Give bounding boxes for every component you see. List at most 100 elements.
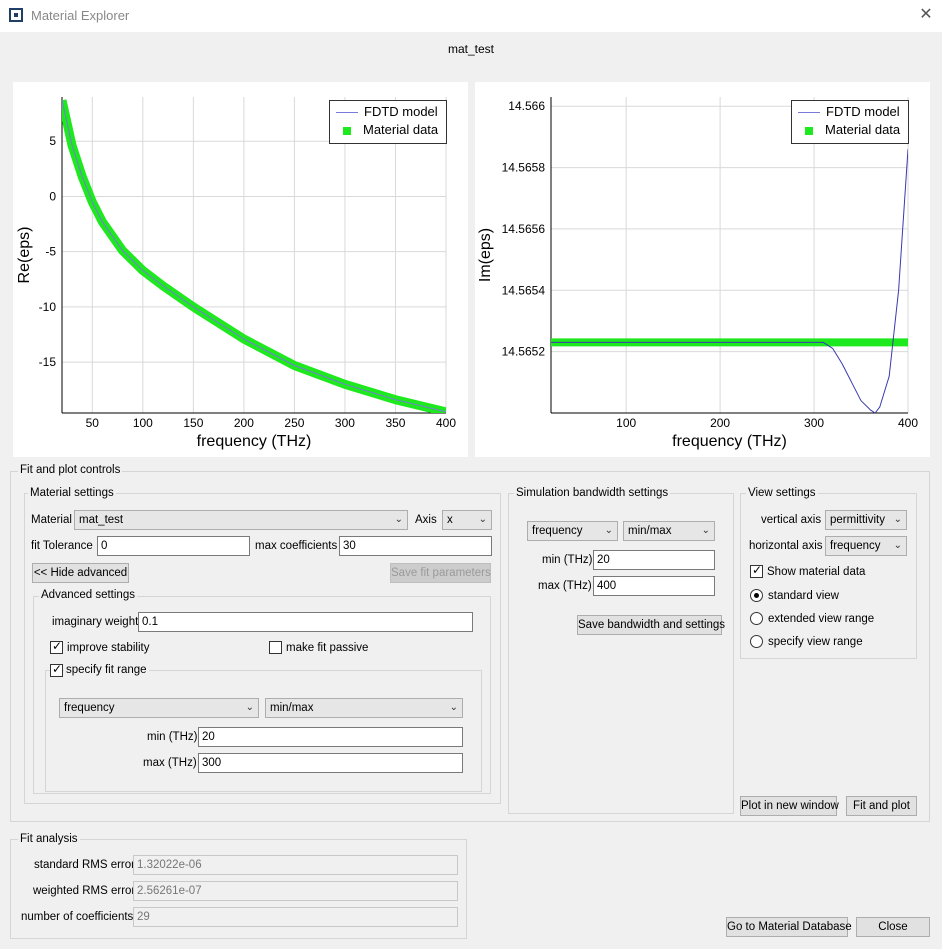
fit-and-plot-button[interactable]: Fit and plot [846,796,917,816]
series-material-data [62,99,446,413]
y-tick-label: -15 [39,355,57,369]
close-window-icon[interactable]: ✕ [916,5,936,25]
y-tick-label: 14.5656 [502,222,546,236]
y-tick-label: 0 [49,189,56,203]
fit-max-input[interactable]: 300 [198,753,463,773]
re-eps-legend: FDTD model Material data [329,100,447,144]
plot-in-new-window-button[interactable]: Plot in new window [740,796,839,816]
y-tick-label: 14.566 [508,99,545,113]
series-fdtd-model [62,100,446,413]
close-button[interactable]: Close [856,917,930,937]
chevron-down-icon: ⌄ [604,525,613,536]
number-of-coefficients-label: number of coefficients [21,911,134,923]
x-tick-label: 50 [86,416,100,430]
specify-view-label: specify view range [768,636,863,648]
re-eps-plot: 50 100 150 200 250 300 350 400 5 0 -5 -10 -15 frequen… [13,82,468,457]
x-tick-label: 200 [710,416,730,430]
weighted-rms-label: weighted RMS error [33,885,136,897]
standard-view-label: standard view [768,590,839,602]
bandwidth-min-input[interactable]: 20 [593,550,715,570]
chevron-down-icon: ⌄ [394,514,403,525]
x-tick-label: 150 [183,416,203,430]
x-tick-label: 250 [284,416,304,430]
vertical-axis-select[interactable]: permittivity ⌄ [825,510,907,530]
y-tick-label: 14.5658 [502,161,546,175]
improve-stability-checkbox[interactable] [50,639,63,654]
horizontal-axis-label: horizontal axis [749,540,823,552]
fit-range-mode-select[interactable]: min/max ⌄ [265,698,463,718]
x-tick-label: 350 [385,416,405,430]
chevron-down-icon: ⌄ [478,514,487,525]
go-to-material-database-button[interactable]: Go to Material Database [726,917,852,937]
im-eps-plot: 100 200 300 400 14.566 14.5658 14.5656 14.5654 1… [475,82,930,457]
x-axis-label: frequency (THz) [672,433,787,450]
number-of-coefficients-value: 29 [133,907,458,927]
make-fit-passive-label: make fit passive [286,642,369,654]
bandwidth-max-input[interactable]: 400 [593,576,715,596]
x-axis-label: frequency (THz) [197,433,312,450]
extended-view-label: extended view range [768,613,875,625]
fit-analysis-title: Fit analysis [18,833,80,845]
chevron-down-icon: ⌄ [893,540,902,551]
bandwidth-max-label: max (THz) [538,580,592,592]
axis-select[interactable]: x ⌄ [442,510,492,530]
y-tick-label: 14.5654 [502,283,546,297]
axis-label: Axis [415,514,437,526]
vertical-axis-label: vertical axis [761,514,822,526]
fit-min-input[interactable]: 20 [198,727,463,747]
chevron-down-icon: ⌄ [701,525,710,536]
x-tick-label: 300 [335,416,355,430]
chevron-down-icon: ⌄ [893,514,902,525]
material-label: Material [31,514,72,526]
fit-tolerance-label: fit Tolerance [31,540,93,552]
window-title: Material Explorer [31,8,130,23]
x-tick-label: 400 [436,416,456,430]
bandwidth-min-label: min (THz) [542,554,593,566]
max-coefficients-label: max coefficients [255,540,338,552]
chevron-down-icon: ⌄ [245,702,254,713]
material-select[interactable]: mat_test ⌄ [74,510,408,530]
specify-view-radio[interactable] [750,635,763,648]
material-name-heading: mat_test [447,42,495,56]
x-tick-label: 100 [616,416,636,430]
save-fit-parameters-button[interactable]: Save fit parameters [390,563,491,583]
fit-plot-controls-title: Fit and plot controls [18,464,123,476]
imaginary-weight-input[interactable]: 0.1 [138,612,473,632]
y-tick-label: -10 [39,300,57,314]
app-icon [9,8,23,22]
bandwidth-mode-select[interactable]: min/max ⌄ [623,521,715,541]
legend-entry-material: Material data [336,122,438,138]
y-axis-label: Im(eps) [477,228,494,282]
title-bar [0,0,942,32]
advanced-settings-title: Advanced settings [39,589,137,601]
improve-stability-label: improve stability [67,642,150,654]
imaginary-weight-label: imaginary weight [52,616,139,628]
make-fit-passive-checkbox[interactable] [269,641,282,654]
y-tick-label: -5 [45,245,56,259]
hide-advanced-button[interactable]: << Hide advanced [32,563,129,583]
simulation-bandwidth-title: Simulation bandwidth settings [514,487,671,499]
series-fdtd-model [551,149,908,413]
fit-tolerance-input[interactable]: 0 [97,536,250,556]
y-tick-label: 5 [49,134,56,148]
fit-max-label: max (THz) [143,757,197,769]
horizontal-axis-select[interactable]: frequency ⌄ [825,536,907,556]
x-tick-label: 400 [898,416,918,430]
simulation-bandwidth-group [508,493,734,814]
fit-min-label: min (THz) [147,731,198,743]
fit-range-type-select[interactable]: frequency ⌄ [59,698,259,718]
show-material-data-checkbox[interactable] [750,563,763,578]
specify-fit-range-checkbox[interactable] [50,662,63,677]
standard-rms-value: 1.32022e-06 [133,855,458,875]
legend-entry-fdtd: FDTD model [336,104,438,120]
standard-view-radio[interactable] [750,589,763,602]
x-tick-label: 300 [804,416,824,430]
max-coefficients-input[interactable]: 30 [339,536,492,556]
bandwidth-type-select[interactable]: frequency ⌄ [527,521,618,541]
save-bandwidth-button[interactable]: Save bandwidth and settings [577,615,725,635]
standard-rms-label: standard RMS error [34,859,135,871]
extended-view-radio[interactable] [750,612,763,625]
im-eps-legend: FDTD model Material data [791,100,909,144]
weighted-rms-value: 2.56261e-07 [133,881,458,901]
x-tick-label: 200 [234,416,254,430]
